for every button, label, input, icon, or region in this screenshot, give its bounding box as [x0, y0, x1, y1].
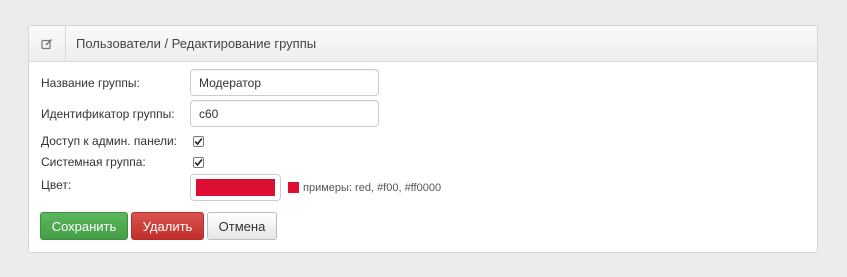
admin-access-checkbox[interactable] [193, 135, 204, 147]
checkmark-icon [194, 137, 203, 145]
group-id-row: Идентификатор группы: [41, 100, 379, 127]
save-button[interactable]: Сохранить [40, 212, 128, 240]
delete-button[interactable]: Удалить [131, 212, 204, 240]
system-group-row: Системная группа: [41, 155, 204, 169]
checkmark-icon [194, 158, 203, 166]
color-label: Цвет: [41, 178, 72, 192]
edit-icon [29, 26, 66, 61]
color-swatch [288, 182, 299, 193]
edit-group-panel: Пользователи / Редактирование группы Наз… [28, 25, 818, 253]
group-name-label: Название группы: [41, 75, 140, 90]
form-buttons: Сохранить Удалить Отмена [40, 212, 280, 240]
color-input-fill [196, 179, 275, 196]
system-group-checkbox[interactable] [193, 156, 204, 168]
admin-access-row: Доступ к админ. панели: [41, 134, 204, 148]
system-group-label: Системная группа: [41, 155, 146, 169]
admin-access-label: Доступ к админ. панели: [41, 134, 178, 148]
group-name-row: Название группы: [41, 69, 379, 96]
panel-header: Пользователи / Редактирование группы [29, 26, 817, 62]
color-row: Цвет: примеры: red, #f00, #ff0000 [41, 174, 441, 201]
group-id-input[interactable] [190, 100, 379, 127]
color-preview: примеры: red, #f00, #ff0000 [281, 174, 441, 201]
group-name-input[interactable] [190, 69, 379, 96]
cancel-button[interactable]: Отмена [207, 212, 277, 240]
breadcrumb: Пользователи / Редактирование группы [76, 36, 317, 51]
color-input[interactable] [190, 174, 281, 201]
group-id-label: Идентификатор группы: [41, 106, 175, 121]
color-hint: примеры: red, #f00, #ff0000 [303, 181, 442, 194]
